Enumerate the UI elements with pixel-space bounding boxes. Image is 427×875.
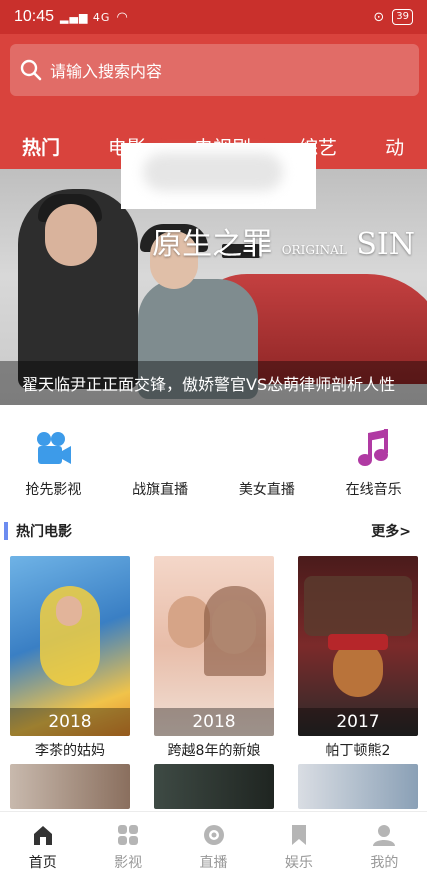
section-accent-bar <box>4 522 8 540</box>
movie-poster: 2018 <box>154 556 274 736</box>
network-type: 4G <box>92 10 111 24</box>
movie-card-partial[interactable] <box>154 764 274 809</box>
user-icon <box>372 822 396 848</box>
more-link[interactable]: 更多> <box>371 521 411 541</box>
movie-card[interactable]: 2017 帕丁顿熊2 <box>298 556 418 760</box>
bookmark-icon <box>287 822 311 848</box>
nav-live[interactable]: 直播 <box>171 812 256 875</box>
signal-icon: ▂▄▆ 4G <box>60 10 111 24</box>
wifi-icon: ◠ <box>116 9 128 25</box>
tab-hot[interactable]: 热门 <box>0 133 84 160</box>
nav-live-label: 直播 <box>199 855 228 871</box>
bottom-nav: 首页 影视 直播 娱乐 我的 <box>0 811 427 875</box>
movie-card[interactable]: 2018 跨越8年的新娘 <box>154 556 274 760</box>
banner-title-en: SIN <box>356 227 415 262</box>
movie-year: 2018 <box>10 708 130 736</box>
quick-link-zhanqi[interactable]: 战旗直播 <box>107 425 214 505</box>
search-icon <box>20 59 42 81</box>
movie-poster <box>154 764 274 809</box>
search-input[interactable]: 请输入搜索内容 <box>10 44 419 96</box>
nav-entertainment-label: 娱乐 <box>284 855 313 871</box>
status-time: 10:45 <box>14 8 55 25</box>
movie-card[interactable]: 2018 李茶的姑妈 <box>10 556 130 760</box>
live-icon <box>202 822 226 848</box>
status-bar: 10:45 ▂▄▆ 4G ◠ ⊙ 39 <box>0 0 427 34</box>
tab-anime[interactable]: 动 <box>361 133 427 160</box>
movie-title: 帕丁顿熊2 <box>325 743 391 759</box>
battery-icon: 39 <box>392 9 413 25</box>
quick-link-music-label: 在线音乐 <box>345 482 402 498</box>
quick-link-movies-label: 抢先影视 <box>25 482 82 498</box>
quick-link-movies[interactable]: 抢先影视 <box>0 425 107 505</box>
movie-title: 跨越8年的新娘 <box>167 743 261 759</box>
quick-link-beauty-live-label: 美女直播 <box>238 482 295 498</box>
quick-link-beauty-live[interactable]: 美女直播 <box>214 425 321 505</box>
banner-title-cn: 原生之罪 <box>152 227 273 262</box>
movie-card-partial[interactable] <box>298 764 418 809</box>
nav-video[interactable]: 影视 <box>85 812 170 875</box>
movie-card-partial[interactable] <box>10 764 130 809</box>
movie-title: 李茶的姑妈 <box>35 743 105 759</box>
music-note-icon <box>356 425 392 473</box>
redaction-overlay <box>121 143 316 209</box>
home-icon <box>31 822 55 848</box>
search-placeholder: 请输入搜索内容 <box>50 62 163 81</box>
section-title: 热门电影 <box>16 524 72 540</box>
movie-poster: 2017 <box>298 556 418 736</box>
nav-home-label: 首页 <box>28 855 57 871</box>
nav-entertainment[interactable]: 娱乐 <box>256 812 341 875</box>
banner-title-en-small: ORIGINAL <box>281 243 347 257</box>
hot-movies-header: 热门电影 更多> <box>0 516 427 546</box>
banner-film-title: 原生之罪 ORIGINAL SIN <box>152 219 415 263</box>
nav-mine[interactable]: 我的 <box>342 812 427 875</box>
movie-poster <box>10 764 130 809</box>
grid-icon <box>116 822 140 848</box>
banner-face-left <box>45 204 97 266</box>
nav-video-label: 影视 <box>114 855 143 871</box>
quick-links: 抢先影视 战旗直播 美女直播 在线音乐 <box>0 425 427 505</box>
movie-year: 2017 <box>298 708 418 736</box>
banner-caption: 翟天临尹正正面交锋，傲娇警官VS怂萌律师剖析人性 <box>0 361 427 405</box>
quick-link-zhanqi-label: 战旗直播 <box>132 482 189 498</box>
nav-home[interactable]: 首页 <box>0 812 85 875</box>
camera-icon <box>33 425 73 473</box>
nav-mine-label: 我的 <box>370 855 399 871</box>
movie-poster <box>298 764 418 809</box>
redaction-blob <box>143 153 283 191</box>
battery-level: 39 <box>396 11 409 22</box>
quick-link-music[interactable]: 在线音乐 <box>320 425 427 505</box>
movie-year: 2018 <box>154 708 274 736</box>
movie-poster: 2018 <box>10 556 130 736</box>
lock-icon: ⊙ <box>373 9 385 25</box>
